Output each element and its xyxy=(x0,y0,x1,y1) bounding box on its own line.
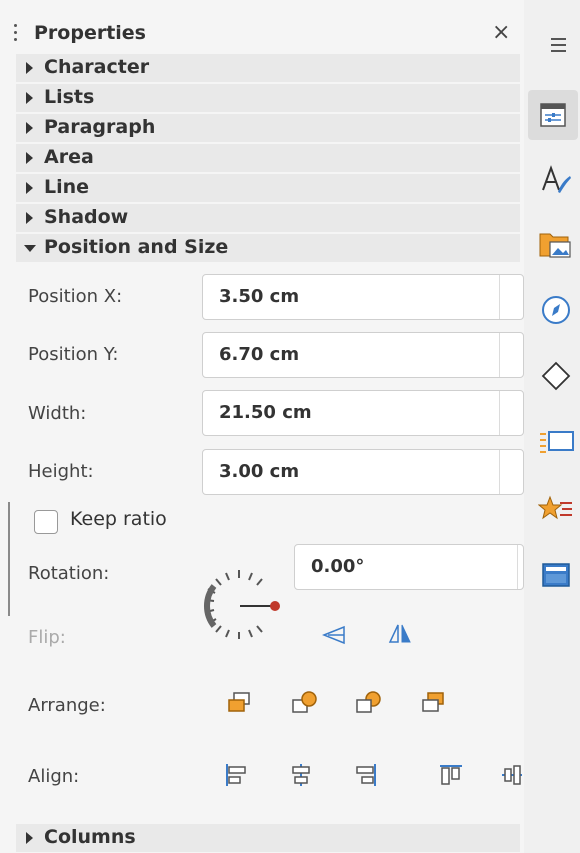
width-field[interactable]: 21.50 cm xyxy=(202,390,524,436)
rotation-dial-icon[interactable] xyxy=(198,566,284,642)
width-value: 21.50 cm xyxy=(219,402,312,423)
spin-separator xyxy=(517,545,518,589)
section-label: Lists xyxy=(44,86,95,108)
keep-ratio-label: Keep ratio xyxy=(70,508,167,530)
section-shadow[interactable]: Shadow xyxy=(16,204,520,232)
align-center-icon[interactable] xyxy=(288,762,314,788)
height-label: Height: xyxy=(28,461,94,482)
section-label: Line xyxy=(44,176,90,198)
section-label: Character xyxy=(44,56,150,78)
flip-label: Flip: xyxy=(28,627,66,648)
align-label: Align: xyxy=(28,766,80,787)
properties-panel: Properties × Character Lists Paragraph A… xyxy=(0,0,524,853)
section-character[interactable]: Character xyxy=(16,54,520,82)
styles-icon[interactable] xyxy=(540,164,572,196)
spin-separator xyxy=(499,450,500,494)
section-paragraph[interactable]: Paragraph xyxy=(16,114,520,142)
section-lists[interactable]: Lists xyxy=(16,84,520,112)
section-columns[interactable]: Columns xyxy=(16,824,520,852)
position-x-label: Position X: xyxy=(28,286,123,307)
gallery-icon[interactable] xyxy=(538,228,574,260)
bring-to-front-icon[interactable] xyxy=(226,690,252,716)
collapse-arrow-icon xyxy=(24,245,36,252)
flip-vertical-icon[interactable] xyxy=(322,624,348,646)
properties-icon xyxy=(540,103,566,127)
section-label: Columns xyxy=(44,826,136,848)
arrange-label: Arrange: xyxy=(28,695,106,716)
send-to-back-icon[interactable] xyxy=(420,690,446,716)
bring-forward-icon[interactable] xyxy=(290,690,320,716)
shapes-icon[interactable] xyxy=(540,360,572,392)
height-value: 3.00 cm xyxy=(219,461,300,482)
flip-horizontal-icon[interactable] xyxy=(388,622,412,646)
section-line[interactable]: Line xyxy=(16,174,520,202)
expand-arrow-icon xyxy=(26,122,33,134)
align-top-icon[interactable] xyxy=(438,762,464,788)
keep-ratio-checkbox[interactable] xyxy=(34,510,58,534)
expand-arrow-icon xyxy=(26,152,33,164)
align-middle-icon[interactable] xyxy=(502,762,522,788)
rotation-field[interactable]: 0.00° xyxy=(294,544,524,590)
section-area[interactable]: Area xyxy=(16,144,520,172)
expand-arrow-icon xyxy=(26,62,33,74)
spin-separator xyxy=(499,333,500,377)
deck-tab-properties[interactable] xyxy=(528,90,578,140)
section-label: Position and Size xyxy=(44,236,229,258)
focus-indicator xyxy=(8,502,10,616)
navigator-icon[interactable] xyxy=(540,294,572,326)
section-label: Paragraph xyxy=(44,116,156,138)
position-x-value: 3.50 cm xyxy=(219,286,300,307)
expand-arrow-icon xyxy=(26,182,33,194)
page-icon[interactable] xyxy=(538,426,574,458)
close-icon[interactable]: × xyxy=(492,20,510,45)
position-y-value: 6.70 cm xyxy=(219,344,300,365)
section-label: Shadow xyxy=(44,206,129,228)
position-y-field[interactable]: 6.70 cm xyxy=(202,332,524,378)
height-field[interactable]: 3.00 cm xyxy=(202,449,524,495)
expand-arrow-icon xyxy=(26,212,33,224)
expand-arrow-icon xyxy=(26,832,33,844)
design-icon[interactable] xyxy=(540,560,572,592)
rotation-value: 0.00° xyxy=(311,556,365,577)
section-label: Area xyxy=(44,146,94,168)
section-position-size[interactable]: Position and Size xyxy=(16,234,520,262)
menu-icon[interactable] xyxy=(551,38,566,56)
position-x-field[interactable]: 3.50 cm xyxy=(202,274,524,320)
send-backward-icon[interactable] xyxy=(354,690,384,716)
position-y-label: Position Y: xyxy=(28,344,119,365)
panel-titlebar: Properties × xyxy=(14,20,524,50)
expand-arrow-icon xyxy=(26,92,33,104)
spin-separator xyxy=(499,275,500,319)
panel-title: Properties xyxy=(34,22,146,44)
spin-separator xyxy=(499,391,500,435)
rotation-label: Rotation: xyxy=(28,563,110,584)
sidebar-deck-bar xyxy=(524,0,580,853)
drag-grip-icon[interactable] xyxy=(14,24,18,44)
align-right-icon[interactable] xyxy=(352,762,378,788)
align-left-icon[interactable] xyxy=(224,762,250,788)
animation-icon[interactable] xyxy=(538,494,574,526)
width-label: Width: xyxy=(28,403,87,424)
